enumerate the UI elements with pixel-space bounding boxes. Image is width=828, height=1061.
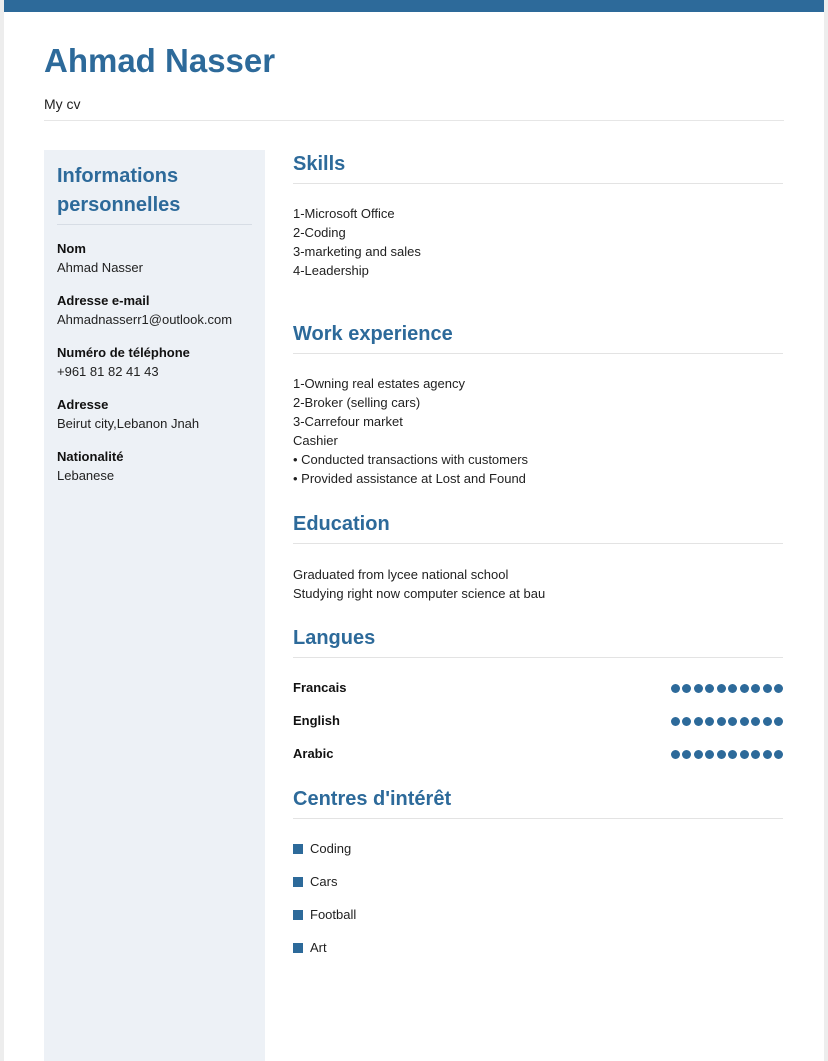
level-dot: [705, 717, 714, 726]
field-address: Adresse Beirut city,Lebanon Jnah: [57, 396, 262, 434]
level-dot: [762, 717, 772, 726]
list-item: 2-Coding: [293, 225, 346, 240]
level-dot: [728, 717, 737, 726]
top-accent-bar: [4, 0, 824, 12]
field-email: Adresse e-mail Ahmadnasserr1@outlook.com: [57, 292, 262, 330]
level-dot: [670, 750, 680, 759]
level-dot: [670, 684, 680, 693]
list-item: Studying right now computer science at b…: [293, 586, 546, 601]
personal-info-sidebar: Informations personnelles Nom Ahmad Nass…: [44, 150, 265, 1061]
skills-list: 1-Microsoft Office 2-Coding 3-marketing …: [293, 204, 773, 280]
list-item: 3-Carrefour market: [293, 414, 403, 429]
list-item: 1-Owning real estates agency: [293, 376, 465, 391]
level-dot: [739, 717, 749, 726]
list-item: 4-Leadership: [293, 263, 369, 278]
level-dot: [728, 684, 737, 693]
language-name: Francais: [293, 680, 347, 695]
interest-label: Art: [310, 940, 327, 955]
field-value: +961 81 82 41 43: [57, 364, 159, 379]
level-dot: [739, 750, 749, 759]
language-row: English: [293, 711, 783, 731]
cv-page: Ahmad Nasser My cv Informations personne…: [4, 0, 824, 1061]
work-title: Work experience: [293, 323, 453, 345]
interest-label: Coding: [310, 841, 352, 856]
list-item: Graduated from lycee national school: [293, 567, 509, 582]
square-bullet-icon: [293, 943, 303, 953]
sidebar-divider: [57, 224, 252, 225]
level-dot: [693, 717, 703, 726]
level-dot: [682, 750, 691, 759]
language-level-dots: [670, 717, 783, 726]
list-item: 3-marketing and sales: [293, 244, 421, 259]
level-dot: [751, 750, 760, 759]
level-dot: [774, 717, 783, 726]
interest-label: Football: [310, 907, 357, 922]
field-phone: Numéro de téléphone +961 81 82 41 43: [57, 344, 262, 382]
level-dot: [716, 750, 726, 759]
level-dot: [693, 684, 703, 693]
field-value: Lebanese: [57, 468, 115, 483]
skills-divider: [293, 183, 783, 184]
level-dot: [751, 684, 760, 693]
language-row: Francais: [293, 678, 783, 698]
level-dot: [762, 684, 772, 693]
level-dot: [762, 750, 772, 759]
level-dot: [751, 717, 760, 726]
square-bullet-icon: [293, 877, 303, 887]
list-item: 1-Microsoft Office: [293, 206, 395, 221]
work-divider: [293, 353, 783, 354]
field-label: Numéro de téléphone: [57, 345, 190, 360]
level-dot: [739, 684, 749, 693]
list-item: • Conducted transactions with customers: [293, 452, 529, 467]
personal-info-title: Informations personnelles: [57, 165, 181, 216]
work-list: 1-Owning real estates agency 2-Broker (s…: [293, 374, 773, 488]
skills-title: Skills: [293, 153, 346, 175]
header-divider: [44, 120, 784, 121]
field-value: Ahmad Nasser: [57, 260, 143, 275]
square-bullet-icon: [293, 910, 303, 920]
level-dot: [774, 684, 783, 693]
interests-divider: [293, 818, 783, 819]
level-dot: [728, 750, 737, 759]
language-name: English: [293, 713, 340, 728]
field-value: Ahmadnasserr1@outlook.com: [57, 312, 233, 327]
level-dot: [774, 750, 783, 759]
field-value: Beirut city,Lebanon Jnah: [57, 416, 200, 431]
field-nationality: Nationalité Lebanese: [57, 448, 262, 486]
list-item: • Provided assistance at Lost and Found: [293, 471, 526, 486]
level-dot: [705, 750, 714, 759]
cv-subtitle: My cv: [44, 96, 81, 112]
education-divider: [293, 543, 783, 544]
cv-name: Ahmad Nasser: [44, 42, 276, 79]
language-name: Arabic: [293, 746, 334, 761]
level-dot: [716, 717, 726, 726]
language-row: Arabic: [293, 744, 783, 764]
field-label: Nationalité: [57, 449, 124, 464]
education-list: Graduated from lycee national school Stu…: [293, 565, 773, 603]
interests-title: Centres d'intérêt: [293, 788, 452, 810]
level-dot: [693, 750, 703, 759]
list-item: Cashier: [293, 433, 338, 448]
level-dot: [716, 684, 726, 693]
languages-divider: [293, 657, 783, 658]
field-label: Nom: [57, 241, 86, 256]
education-title: Education: [293, 513, 390, 535]
language-level-dots: [670, 684, 783, 693]
field-label: Adresse: [57, 397, 109, 412]
language-level-dots: [670, 750, 783, 759]
field-label: Adresse e-mail: [57, 293, 150, 308]
field-name: Nom Ahmad Nasser: [57, 240, 262, 278]
square-bullet-icon: [293, 844, 303, 854]
level-dot: [682, 684, 691, 693]
level-dot: [682, 717, 691, 726]
list-item: 2-Broker (selling cars): [293, 395, 421, 410]
languages-title: Langues: [293, 627, 376, 649]
level-dot: [670, 717, 680, 726]
level-dot: [705, 684, 714, 693]
interest-label: Cars: [310, 874, 338, 889]
